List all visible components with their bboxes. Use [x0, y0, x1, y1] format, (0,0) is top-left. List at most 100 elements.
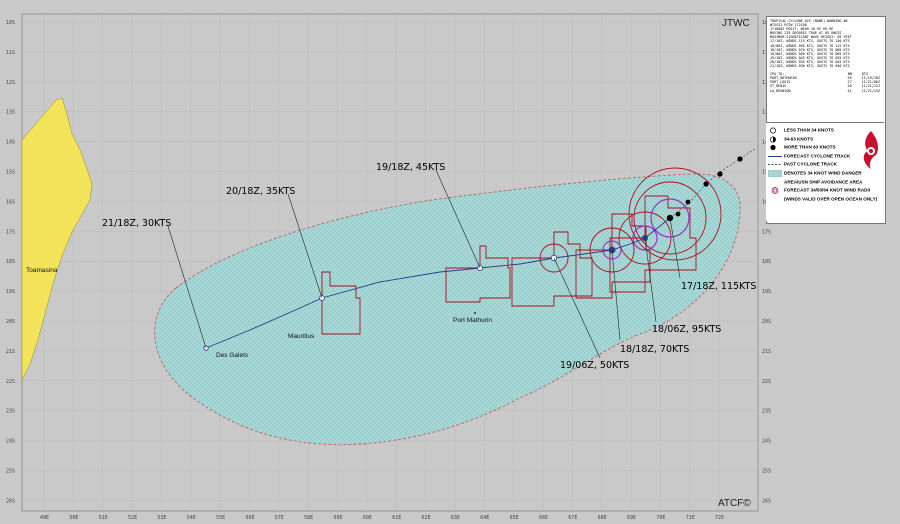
lat-tick-label: 15S: [6, 170, 15, 176]
lon-tick-label: 71E: [686, 515, 695, 521]
legend-label: PAST CYCLONE TRACK: [784, 162, 837, 168]
lat-tick-label: 26S: [6, 498, 15, 504]
lat-tick-label: 18S: [6, 259, 15, 265]
forecast-label-18-18z: 18/18Z, 70KTS: [620, 344, 689, 355]
cyclone-track-map: 49E 50E 51E 52E 53E 54E 55E 56E 57E 58E 59E 60E 61E 6…: [0, 0, 900, 524]
lon-tick-label: 65E: [510, 515, 519, 521]
lon-tick-label: 59E: [334, 515, 343, 521]
legend-label: DENOTES 34 KNOT WIND DANGER: [784, 170, 862, 176]
lon-tick-label: 52E: [128, 515, 137, 521]
atcf-label: ATCF©: [718, 498, 751, 509]
danger-area-swatch: [767, 169, 783, 178]
legend-item: MORE THAN 63 KNOTS: [768, 144, 836, 151]
lon-tick-label: 63E: [451, 515, 460, 521]
lon-tick-label: 67E: [568, 515, 577, 521]
cpa-table: PORT_MATHURIN 95 11/19/18Z PORT_LOUIS 27 11/2…: [767, 76, 885, 92]
place-port-mathurin: Port Mathurin: [453, 317, 492, 324]
lat-tick-label: 23S: [6, 409, 15, 415]
lat-tick-label: 23S: [762, 409, 771, 415]
legend-spacer: [768, 179, 782, 186]
lon-tick-label: 57E: [275, 515, 284, 521]
lat-tick-label: 25S: [6, 469, 15, 475]
lon-tick-label: 68E: [598, 515, 607, 521]
legend-spacer: [768, 196, 782, 203]
lon-tick-label: 56E: [245, 515, 254, 521]
lon-tick-label: 50E: [69, 515, 78, 521]
lon-tick-label: 60E: [363, 515, 372, 521]
lat-tick-label: 24S: [762, 439, 771, 445]
lat-tick-label: 17S: [6, 229, 15, 235]
half-circle-icon: [768, 136, 782, 143]
legend-label: FORECAST CYCLONE TRACK: [784, 153, 851, 159]
lon-tick-label: 54E: [187, 515, 196, 521]
lon-tick-label: 69E: [627, 515, 636, 521]
jtwc-label: JTWC: [722, 18, 750, 29]
lon-tick-label: 66E: [539, 515, 548, 521]
lat-tick-label: 19S: [6, 289, 15, 295]
legend-item: PAST CYCLONE TRACK: [768, 161, 837, 168]
lon-tick-label: 64E: [480, 515, 489, 521]
legend-label: FORECAST 34/50/64 KNOT WIND RADII: [784, 187, 871, 193]
place-mauritius: Mauritius: [288, 333, 315, 340]
legend-item: DENOTES 34 KNOT WIND DANGER: [767, 169, 862, 178]
place-des-galets: Des Galets: [216, 352, 249, 359]
legend-label: (WINDS VALID OVER OPEN OCEAN ONLY): [784, 196, 878, 202]
legend-item: (WINDS VALID OVER OPEN OCEAN ONLY): [768, 196, 877, 203]
cpa-header: CPA TO: NM DTG: [767, 68, 885, 76]
open-circle-icon: [768, 127, 782, 134]
legend-label: 34-63 KNOTS: [784, 136, 814, 142]
legend-item: LESS THAN 34 KNOTS: [768, 127, 834, 134]
lon-tick-label: 55E: [216, 515, 225, 521]
lat-tick-label: 22S: [762, 379, 771, 385]
solid-line-icon: [768, 153, 782, 160]
lon-tick-label: 49E: [40, 515, 49, 521]
cpa-place: LA_REUNION: [770, 88, 791, 93]
lat-tick-label: 22S: [6, 379, 15, 385]
lat-tick-label: 18S: [762, 259, 771, 265]
lat-tick-label: 12S: [6, 80, 15, 86]
legend-item: FORECAST CYCLONE TRACK: [768, 153, 850, 160]
lat-tick-label: 20S: [762, 319, 771, 325]
forecast-label-20-18z: 20/18Z, 35KTS: [226, 186, 295, 197]
wind-radii-icon: [768, 187, 782, 195]
legend-item: AREA/USN SHIP AVOIDANCE AREA: [768, 179, 862, 186]
lat-tick-label: 26S: [762, 498, 771, 504]
cpa-row: LA_REUNION 41 11/21/15Z: [767, 89, 885, 93]
lat-tick-label: 13S: [6, 110, 15, 116]
forecast-label-17-18z: 17/18Z, 115KTS: [681, 281, 756, 292]
lat-tick-label: 24S: [6, 439, 15, 445]
lat-tick-label: 16S: [6, 199, 15, 205]
dashed-line-icon: [768, 161, 782, 168]
legend-label: MORE THAN 63 KNOTS: [784, 144, 836, 150]
lat-tick-label: 19S: [762, 289, 771, 295]
map-legend: LESS THAN 34 KNOTS 34-63 KNOTS MORE THAN 6…: [766, 122, 884, 221]
place-toamasina: Toamasina: [26, 267, 58, 274]
lon-tick-label: 58E: [304, 515, 313, 521]
legend-item: FORECAST 34/50/64 KNOT WIND RADII: [768, 187, 871, 195]
lat-tick-label: 21S: [762, 349, 771, 355]
lon-tick-label: 51E: [99, 515, 108, 521]
lat-tick-label: 25S: [762, 469, 771, 475]
legend-label: LESS THAN 34 KNOTS: [784, 127, 834, 133]
rodrigues-island-marker: [474, 312, 476, 314]
legend-label: AREA/USN SHIP AVOIDANCE AREA: [784, 179, 863, 185]
lat-tick-label: 21S: [6, 349, 15, 355]
forecast-label-21-18z: 21/18Z, 30KTS: [102, 218, 171, 229]
forecast-label-19-06z: 19/06Z, 50KTS: [560, 360, 629, 371]
forecast-label-19-18z: 19/18Z, 45KTS: [376, 162, 445, 173]
lat-tick-label: 14S: [6, 140, 15, 146]
lat-tick-label: 17S: [762, 229, 771, 235]
lat-tick-label: 11S: [6, 50, 15, 56]
lon-tick-label: 62E: [422, 515, 431, 521]
bulletin-text: TROPICAL CYCLONE 02S (NONE) WARNING #6 WT…: [767, 17, 885, 68]
legend-item: 34-63 KNOTS: [768, 136, 813, 143]
lon-tick-label: 70E: [656, 515, 665, 521]
lat-tick-label: 10S: [6, 20, 15, 26]
cpa-nm: 41: [847, 88, 852, 93]
hurricane-symbol-icon: [768, 144, 782, 151]
forecast-label-18-06z: 18/06Z, 95KTS: [652, 324, 721, 335]
jtwc-logo: [863, 131, 879, 169]
cpa-dtg: 11/21/15Z: [861, 88, 880, 93]
lat-tick-label: 20S: [6, 319, 15, 325]
lon-tick-label: 61E: [392, 515, 401, 521]
